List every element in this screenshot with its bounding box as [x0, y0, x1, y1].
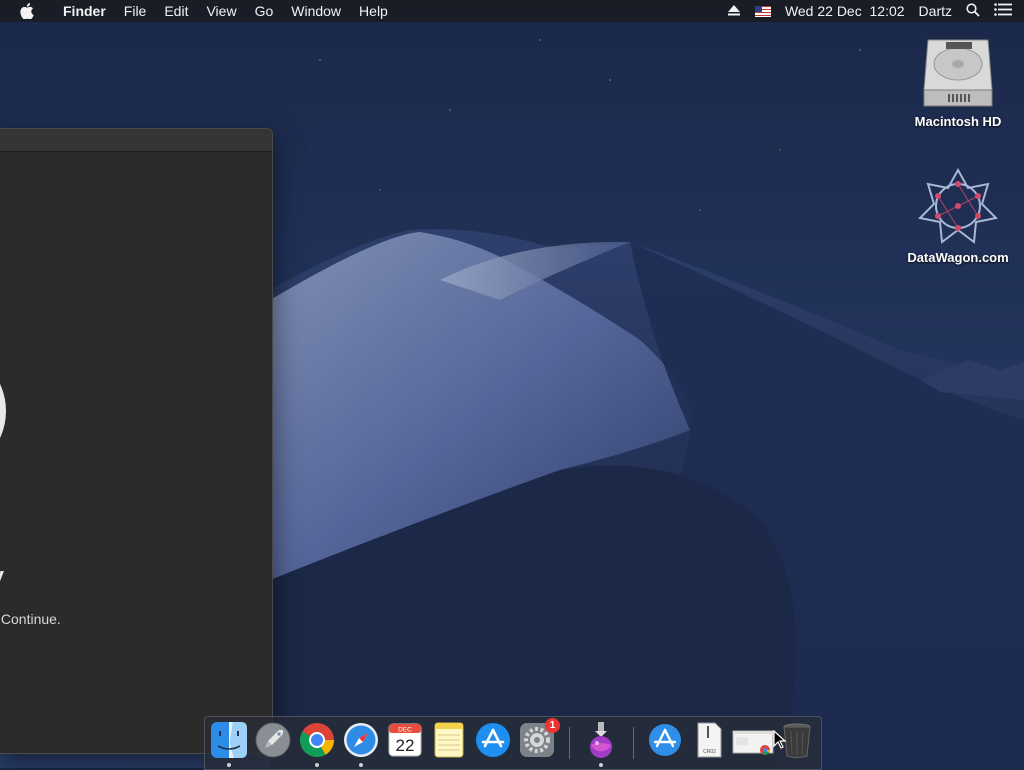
- dock-running-indicator: [359, 763, 363, 767]
- dock-running-indicator: [315, 763, 319, 767]
- apple-menu-icon[interactable]: [20, 3, 38, 19]
- menu-help[interactable]: Help: [350, 0, 397, 22]
- window-instruction: k Continue.: [0, 611, 61, 627]
- dock-finder-icon[interactable]: [210, 721, 248, 759]
- eject-icon[interactable]: [727, 3, 741, 19]
- menu-clock[interactable]: Wed 22 Dec 12:02: [785, 3, 905, 19]
- menu-window[interactable]: Window: [282, 0, 350, 22]
- datawagon-logo-icon: [917, 166, 999, 246]
- document-label-text: CR02: [703, 749, 716, 755]
- desktop-icon-macintosh-hd[interactable]: Macintosh HD: [903, 30, 1013, 129]
- notification-center-icon[interactable]: [994, 3, 1012, 19]
- dock-applications-stack-icon[interactable]: [646, 721, 684, 759]
- menu-go[interactable]: Go: [246, 0, 283, 22]
- menu-edit[interactable]: Edit: [155, 0, 197, 22]
- desktop-icon-label: Macintosh HD: [914, 114, 1002, 129]
- calendar-day-text: 22: [396, 736, 415, 755]
- menu-finder[interactable]: Finder: [54, 0, 115, 22]
- dock-system-preferences-icon[interactable]: 1: [518, 718, 560, 759]
- input-source-flag-icon[interactable]: [754, 5, 771, 17]
- desktop-icon-datawagon[interactable]: DataWagon.com: [903, 166, 1013, 265]
- window-logo-circle: [0, 347, 6, 475]
- dock-calendar-icon[interactable]: DEC 22: [386, 721, 424, 759]
- dock-launchpad-icon[interactable]: [254, 721, 292, 759]
- menu-bar: Finder File Edit View Go Window Help Wed…: [0, 0, 1024, 22]
- window-heading: y: [0, 557, 4, 599]
- dock-document-icon[interactable]: CR02: [690, 721, 728, 759]
- menu-user[interactable]: Dartz: [919, 3, 952, 19]
- notification-badge: 1: [545, 718, 560, 733]
- dock-app-store-icon[interactable]: [474, 721, 512, 759]
- desktop-icon-label: DataWagon.com: [907, 250, 1009, 265]
- dock-minimized-window-icon[interactable]: [732, 721, 776, 759]
- dock-separator: [569, 727, 570, 759]
- calendar-month-text: DEC: [398, 727, 412, 734]
- dock-running-indicator: [599, 763, 603, 767]
- dock-installer-icon[interactable]: [582, 721, 620, 759]
- menu-view[interactable]: View: [197, 0, 245, 22]
- setup-window: y k Continue.: [0, 128, 273, 754]
- window-titlebar[interactable]: [0, 129, 272, 152]
- spotlight-search-icon[interactable]: [966, 2, 980, 20]
- dock: DEC 22 1 CR02: [204, 716, 822, 770]
- dock-notes-icon[interactable]: [430, 721, 468, 759]
- dock-safari-icon[interactable]: [342, 721, 380, 759]
- mouse-pointer-icon: [773, 729, 787, 755]
- dock-running-indicator: [227, 763, 231, 767]
- menu-file[interactable]: File: [115, 0, 156, 22]
- hard-drive-icon: [918, 30, 998, 110]
- dock-separator: [633, 727, 634, 759]
- dock-chrome-icon[interactable]: [298, 721, 336, 759]
